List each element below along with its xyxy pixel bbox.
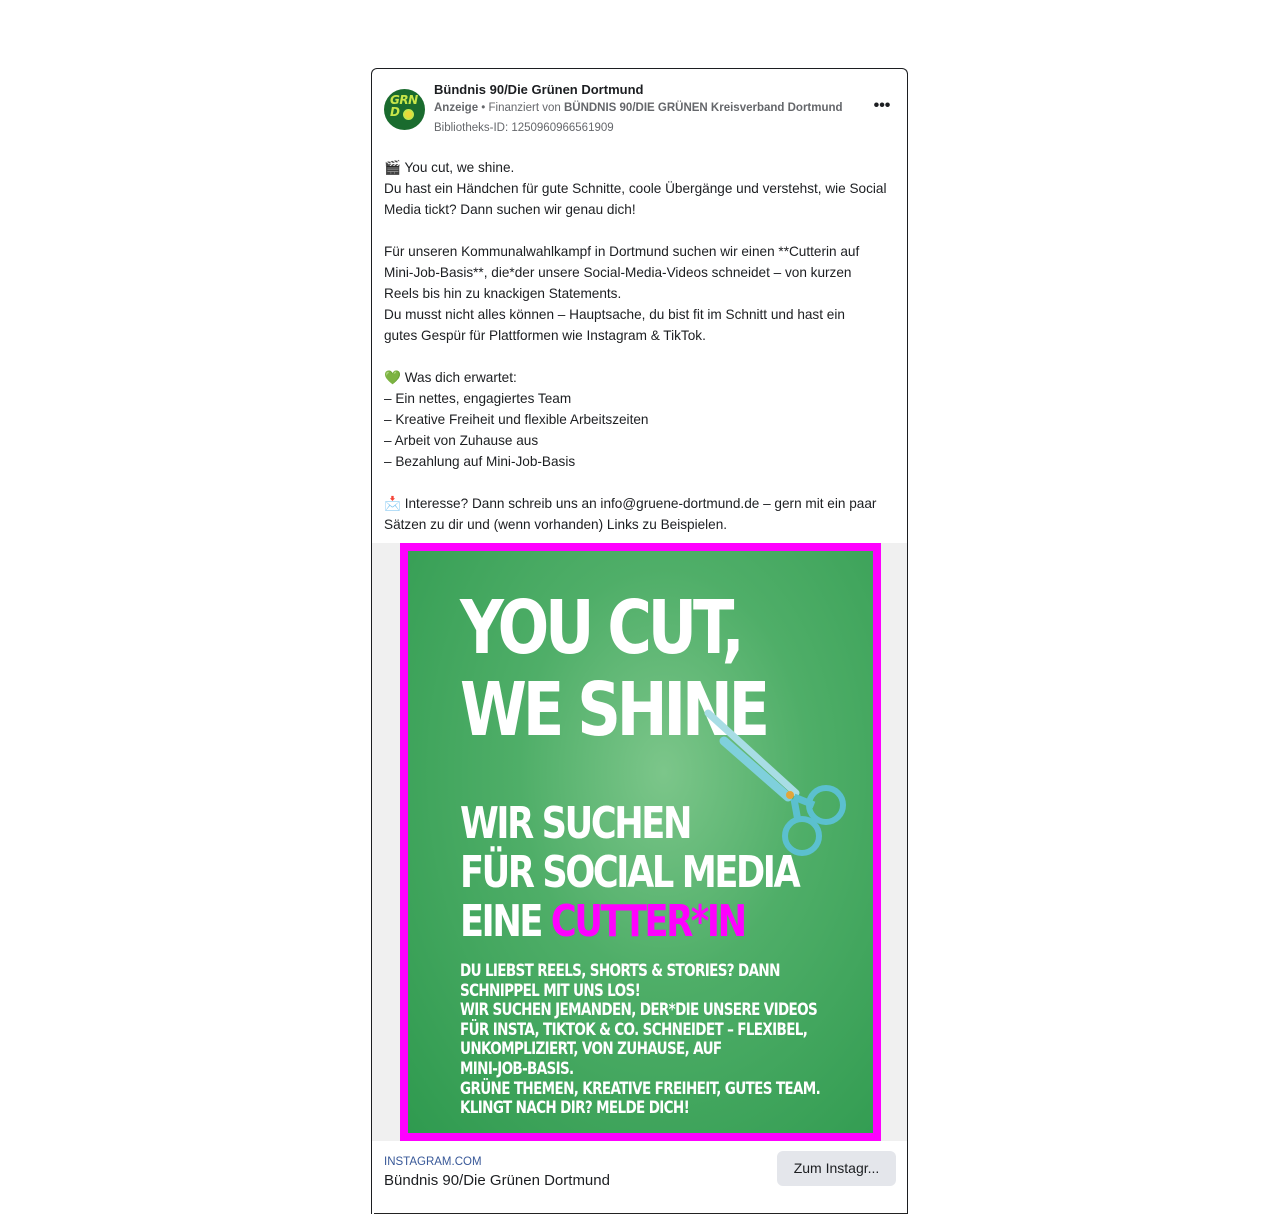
body-line: Media tickt? Dann suchen wir genau dich! [384,202,636,217]
body-line: – Ein nettes, engagiertes Team [384,391,572,406]
sunflower-icon [403,109,414,120]
creative-body-line: GRÜNE THEMEN, KREATIVE FREIHEIT, GUTES T… [460,1078,821,1098]
creative-body-line: MINI-JOB-BASIS. [460,1058,574,1078]
creative-body-line: KLINGT NACH DIR? MELDE DICH! [460,1098,690,1118]
page-avatar[interactable]: GRN D [384,89,425,130]
creative-sub-line1: WIR SUCHEN [460,798,692,849]
body-line: 🎬 You cut, we shine. [384,160,515,175]
body-line: Mini-Job-Basis**, die*der unsere Social-… [384,265,852,280]
body-line: Du hast ein Händchen für gute Schnitte, … [384,181,887,196]
link-title[interactable]: Bündnis 90/Die Grünen Dortmund [384,1172,610,1189]
body-line: – Bezahlung auf Mini-Job-Basis [384,454,576,469]
meta-separator: • [478,102,489,114]
body-line: Reels bis hin zu knackigen Statements. [384,286,622,301]
body-line: 📩 Interesse? Dann schreib uns an info@gr… [384,496,877,511]
ad-card: GRN D Bündnis 90/Die Grünen Dortmund Anze… [371,68,908,1214]
body-line: 💚 Was dich erwartet: [384,370,517,385]
creative-body-line: UNKOMPLIZIERT, VON ZUHAUSE, AUF [460,1039,722,1059]
library-id: Bibliotheks-ID: 1250960966561909 [434,122,614,134]
creative-highlight: CUTTER*IN [550,896,747,947]
creative-body-text: DU LIEBST REELS, SHORTS & STORIES? DANN S… [460,961,821,1118]
creative-sub-line3: EINE CUTTER*IN [460,897,798,946]
card-bottom-divider [374,1213,908,1214]
cta-button[interactable]: Zum Instagr... [777,1151,896,1186]
creative-sub-line3-prefix: EINE [460,896,551,947]
sponsored-meta: Anzeige • Finanziert von BÜNDNIS 90/DIE … [434,102,843,114]
ad-footer[interactable]: INSTAGRAM.COM Bündnis 90/Die Grünen Dort… [372,1141,907,1214]
page-name-link[interactable]: Bündnis 90/Die Grünen Dortmund [434,82,643,97]
body-line: Für unseren Kommunalwahlkampf in Dortmun… [384,244,860,259]
creative-body-line: FÜR INSTA, TIKTOK & CO. SCHNEIDET – FLEX… [460,1019,808,1039]
body-line: – Kreative Freiheit und flexible Arbeits… [384,412,649,427]
link-domain[interactable]: INSTAGRAM.COM [384,1156,482,1168]
ad-header: GRN D Bündnis 90/Die Grünen Dortmund Anze… [384,81,894,141]
creative-body-line: WIR SUCHEN JEMANDEN, DER*DIE UNSERE VIDE… [460,1000,818,1020]
body-line: gutes Gespür für Plattformen wie Instagr… [384,328,706,343]
body-line: Du musst nicht alles können – Hauptsache… [384,307,845,322]
creative-subheadline: WIR SUCHEN FÜR SOCIAL MEDIA EINE CUTTER*… [460,798,801,946]
creative-headline-line1: YOU CUT, [460,585,745,671]
ad-body-text: 🎬 You cut, we shine. Du hast ein Händchen… [384,157,899,535]
more-options-icon[interactable]: ••• [867,98,897,119]
creative-body-line: DU LIEBST REELS, SHORTS & STORIES? DANN [460,961,780,980]
creative-sub-line2: FÜR SOCIAL MEDIA [460,847,801,898]
body-line: – Arbeit von Zuhause aus [384,433,539,448]
ad-media[interactable]: YOU CUT, WE SHINE WIR SUCHEN FÜR SOCIAL … [372,543,907,1141]
ad-creative-image[interactable]: YOU CUT, WE SHINE WIR SUCHEN FÜR SOCIAL … [400,543,881,1141]
body-line: Sätzen zu dir und (wenn vorhanden) Links… [384,517,728,532]
creative-body-line: SCHNIPPEL MIT UNS LOS! [460,980,641,1000]
funded-prefix: Finanziert von [488,102,564,114]
sponsored-label: Anzeige [434,102,479,114]
funded-by[interactable]: BÜNDNIS 90/DIE GRÜNEN Kreisverband Dortm… [564,102,843,114]
